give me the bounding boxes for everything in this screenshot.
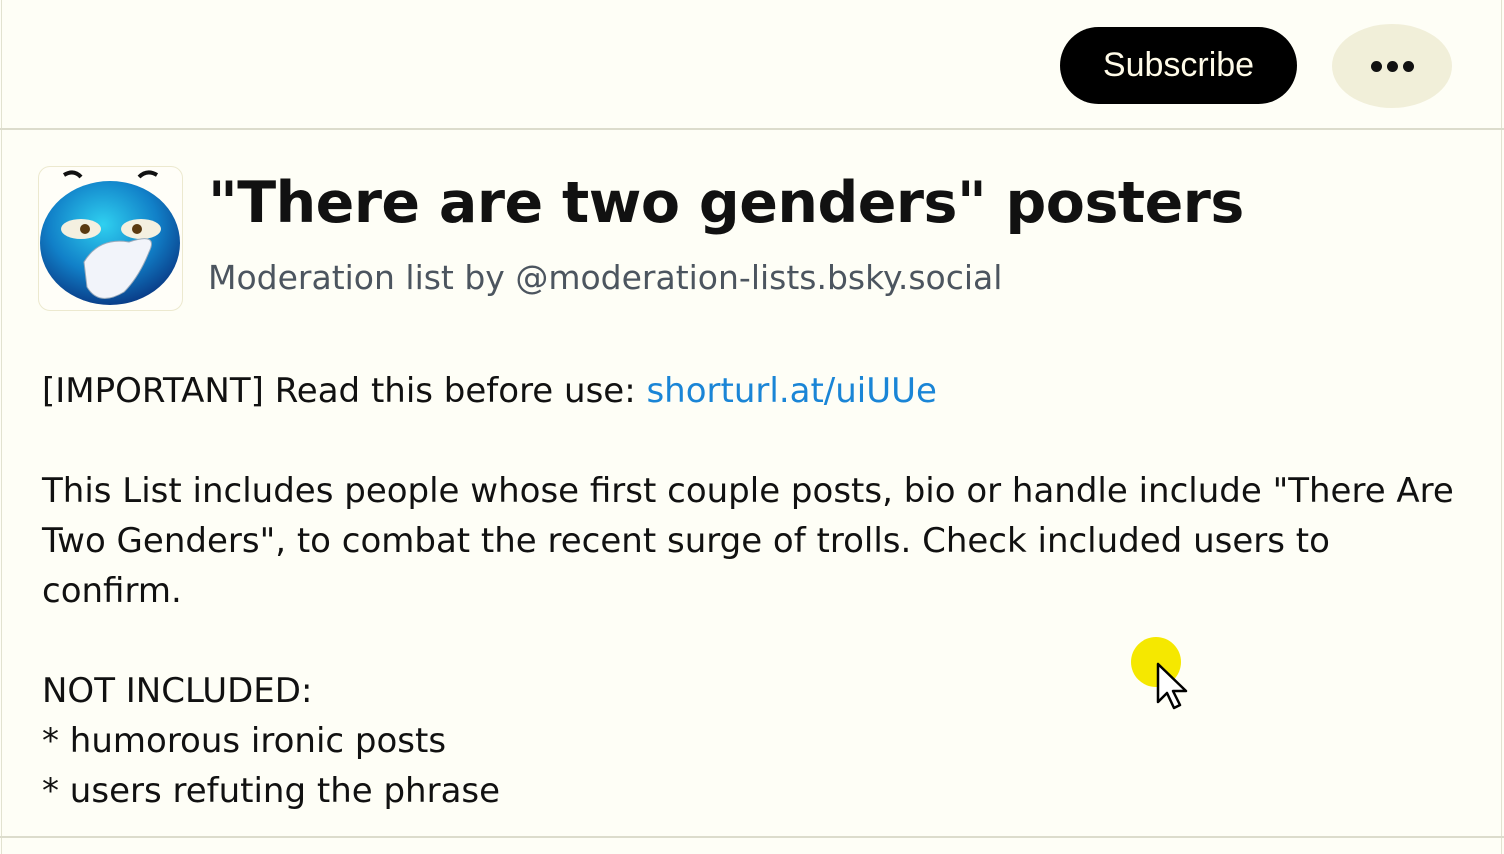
- not-included-item: * humorous ironic posts: [42, 721, 447, 761]
- not-included-heading: NOT INCLUDED:: [42, 671, 313, 711]
- list-title: "There are two genders" posters: [208, 170, 1244, 236]
- mouse-cursor-icon: [1131, 637, 1188, 710]
- important-note: [IMPORTANT] Read this before use:: [42, 371, 647, 411]
- list-description: [IMPORTANT] Read this before use: shortu…: [42, 366, 1472, 816]
- blue-emoji-face-palm-icon: [40, 170, 180, 305]
- ellipsis-icon: [1370, 60, 1414, 72]
- list-subtitle: Moderation list by @moderation-lists.bsk…: [208, 258, 1003, 297]
- header-bar: Subscribe: [0, 0, 1504, 130]
- list-avatar: [38, 166, 183, 311]
- divider: [0, 836, 1504, 838]
- description-paragraph: This List includes people whose first co…: [42, 471, 1454, 611]
- not-included-item: * users refuting the phrase: [42, 771, 501, 811]
- subscribe-button[interactable]: Subscribe: [1060, 27, 1297, 104]
- more-options-button[interactable]: [1332, 24, 1452, 108]
- shorturl-link[interactable]: shorturl.at/uiUUe: [646, 371, 936, 411]
